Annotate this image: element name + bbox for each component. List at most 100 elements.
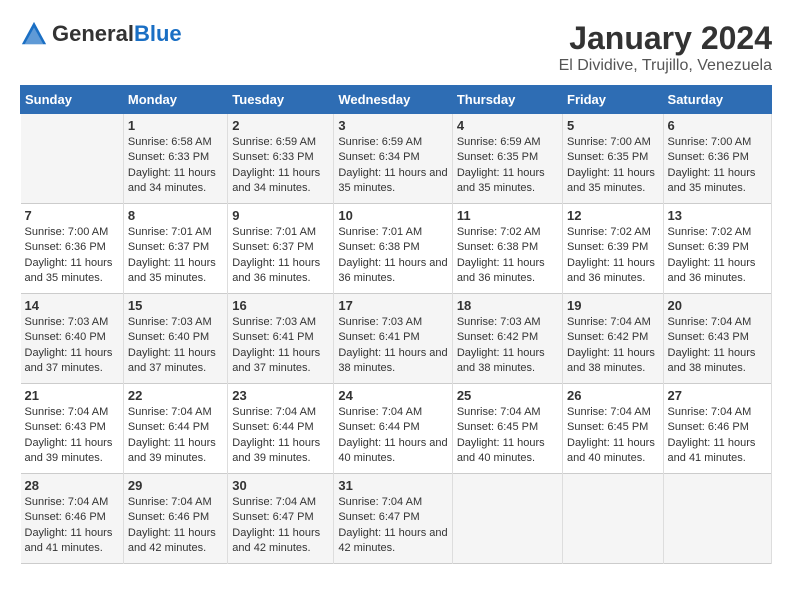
day-info: Sunrise: 7:04 AMSunset: 6:42 PMDaylight:… (567, 315, 659, 377)
day-info: Sunrise: 7:03 AMSunset: 6:41 PMDaylight:… (338, 315, 447, 377)
calendar-week-row: 14 Sunrise: 7:03 AMSunset: 6:40 PMDayligh… (21, 294, 772, 384)
day-number: 3 (338, 118, 447, 133)
day-number: 1 (128, 118, 223, 133)
day-number: 30 (232, 478, 329, 493)
day-info: Sunrise: 7:04 AMSunset: 6:46 PMDaylight:… (668, 405, 767, 467)
day-number: 27 (668, 388, 767, 403)
table-row: 11 Sunrise: 7:02 AMSunset: 6:38 PMDayligh… (452, 204, 562, 294)
day-info: Sunrise: 7:03 AMSunset: 6:40 PMDaylight:… (25, 315, 119, 377)
table-row: 9 Sunrise: 7:01 AMSunset: 6:37 PMDaylight… (228, 204, 334, 294)
table-row: 19 Sunrise: 7:04 AMSunset: 6:42 PMDayligh… (563, 294, 664, 384)
day-number: 13 (668, 208, 767, 223)
table-row (21, 114, 124, 204)
day-info: Sunrise: 7:02 AMSunset: 6:38 PMDaylight:… (457, 225, 558, 287)
day-info: Sunrise: 7:04 AMSunset: 6:45 PMDaylight:… (457, 405, 558, 467)
subtitle: El Dividive, Trujillo, Venezuela (559, 57, 772, 75)
day-info: Sunrise: 7:00 AMSunset: 6:36 PMDaylight:… (668, 135, 767, 197)
day-number: 16 (232, 298, 329, 313)
day-number: 7 (25, 208, 119, 223)
day-number: 11 (457, 208, 558, 223)
day-number: 18 (457, 298, 558, 313)
table-row: 20 Sunrise: 7:04 AMSunset: 6:43 PMDayligh… (663, 294, 771, 384)
header-friday: Friday (563, 86, 664, 114)
day-info: Sunrise: 7:04 AMSunset: 6:44 PMDaylight:… (338, 405, 447, 467)
day-info: Sunrise: 7:03 AMSunset: 6:40 PMDaylight:… (128, 315, 223, 377)
day-number: 10 (338, 208, 447, 223)
day-number: 14 (25, 298, 119, 313)
calendar-week-row: 21Sunrise: 7:04 AMSunset: 6:43 PMDayligh… (21, 384, 772, 474)
table-row: 28Sunrise: 7:04 AMSunset: 6:46 PMDayligh… (21, 474, 124, 564)
day-info: Sunrise: 7:02 AMSunset: 6:39 PMDaylight:… (567, 225, 659, 287)
day-number: 5 (567, 118, 659, 133)
day-number: 2 (232, 118, 329, 133)
day-info: Sunrise: 7:00 AMSunset: 6:35 PMDaylight:… (567, 135, 659, 197)
table-row: 5 Sunrise: 7:00 AMSunset: 6:35 PMDaylight… (563, 114, 664, 204)
table-row: 24 Sunrise: 7:04 AMSunset: 6:44 PMDayligh… (334, 384, 452, 474)
day-number: 9 (232, 208, 329, 223)
day-number: 20 (668, 298, 767, 313)
day-number: 26 (567, 388, 659, 403)
table-row: 10 Sunrise: 7:01 AMSunset: 6:38 PMDayligh… (334, 204, 452, 294)
table-row: 22Sunrise: 7:04 AMSunset: 6:44 PMDayligh… (123, 384, 227, 474)
header: GeneralBlue January 2024 El Dividive, Tr… (20, 20, 772, 75)
day-number: 19 (567, 298, 659, 313)
table-row: 13 Sunrise: 7:02 AMSunset: 6:39 PMDayligh… (663, 204, 771, 294)
table-row: 25 Sunrise: 7:04 AMSunset: 6:45 PMDayligh… (452, 384, 562, 474)
table-row: 29Sunrise: 7:04 AMSunset: 6:46 PMDayligh… (123, 474, 227, 564)
day-number: 31 (338, 478, 447, 493)
logo-general: General (52, 21, 134, 46)
calendar-week-row: 7 Sunrise: 7:00 AMSunset: 6:36 PMDaylight… (21, 204, 772, 294)
table-row: 7 Sunrise: 7:00 AMSunset: 6:36 PMDaylight… (21, 204, 124, 294)
day-number: 12 (567, 208, 659, 223)
day-info: Sunrise: 7:04 AMSunset: 6:43 PMDaylight:… (668, 315, 767, 377)
table-row: 2 Sunrise: 6:59 AMSunset: 6:33 PMDaylight… (228, 114, 334, 204)
table-row: 4 Sunrise: 6:59 AMSunset: 6:35 PMDaylight… (452, 114, 562, 204)
logo-blue: Blue (134, 21, 182, 46)
day-number: 28 (25, 478, 119, 493)
day-number: 23 (232, 388, 329, 403)
table-row: 14 Sunrise: 7:03 AMSunset: 6:40 PMDayligh… (21, 294, 124, 384)
day-info: Sunrise: 7:04 AMSunset: 6:44 PMDaylight:… (232, 405, 329, 467)
day-info: Sunrise: 7:01 AMSunset: 6:38 PMDaylight:… (338, 225, 447, 287)
day-info: Sunrise: 7:03 AMSunset: 6:42 PMDaylight:… (457, 315, 558, 377)
day-info: Sunrise: 7:04 AMSunset: 6:45 PMDaylight:… (567, 405, 659, 467)
day-number: 21 (25, 388, 119, 403)
table-row (663, 474, 771, 564)
table-row: 31 Sunrise: 7:04 AMSunset: 6:47 PMDayligh… (334, 474, 452, 564)
header-wednesday: Wednesday (334, 86, 452, 114)
day-number: 8 (128, 208, 223, 223)
day-number: 17 (338, 298, 447, 313)
table-row: 30 Sunrise: 7:04 AMSunset: 6:47 PMDayligh… (228, 474, 334, 564)
day-info: Sunrise: 6:59 AMSunset: 6:35 PMDaylight:… (457, 135, 558, 197)
logo: GeneralBlue (20, 20, 182, 48)
table-row: 1Sunrise: 6:58 AMSunset: 6:33 PMDaylight… (123, 114, 227, 204)
day-number: 25 (457, 388, 558, 403)
table-row: 8 Sunrise: 7:01 AMSunset: 6:37 PMDaylight… (123, 204, 227, 294)
table-row: 27 Sunrise: 7:04 AMSunset: 6:46 PMDayligh… (663, 384, 771, 474)
day-info: Sunrise: 7:04 AMSunset: 6:47 PMDaylight:… (232, 495, 329, 557)
day-number: 24 (338, 388, 447, 403)
table-row: 6Sunrise: 7:00 AMSunset: 6:36 PMDaylight… (663, 114, 771, 204)
day-info: Sunrise: 7:00 AMSunset: 6:36 PMDaylight:… (25, 225, 119, 287)
day-info: Sunrise: 6:59 AMSunset: 6:34 PMDaylight:… (338, 135, 447, 197)
day-info: Sunrise: 7:01 AMSunset: 6:37 PMDaylight:… (128, 225, 223, 287)
day-info: Sunrise: 7:04 AMSunset: 6:47 PMDaylight:… (338, 495, 447, 557)
table-row: 12 Sunrise: 7:02 AMSunset: 6:39 PMDayligh… (563, 204, 664, 294)
calendar-week-row: 1Sunrise: 6:58 AMSunset: 6:33 PMDaylight… (21, 114, 772, 204)
day-info: Sunrise: 7:02 AMSunset: 6:39 PMDaylight:… (668, 225, 767, 287)
table-row: 15 Sunrise: 7:03 AMSunset: 6:40 PMDayligh… (123, 294, 227, 384)
day-info: Sunrise: 6:59 AMSunset: 6:33 PMDaylight:… (232, 135, 329, 197)
table-row: 26 Sunrise: 7:04 AMSunset: 6:45 PMDayligh… (563, 384, 664, 474)
day-info: Sunrise: 7:01 AMSunset: 6:37 PMDaylight:… (232, 225, 329, 287)
day-number: 15 (128, 298, 223, 313)
table-row: 3 Sunrise: 6:59 AMSunset: 6:34 PMDaylight… (334, 114, 452, 204)
day-number: 4 (457, 118, 558, 133)
day-info: Sunrise: 7:04 AMSunset: 6:46 PMDaylight:… (128, 495, 223, 557)
table-row (563, 474, 664, 564)
logo-icon (20, 20, 48, 48)
header-thursday: Thursday (452, 86, 562, 114)
day-number: 22 (128, 388, 223, 403)
table-row: 23 Sunrise: 7:04 AMSunset: 6:44 PMDayligh… (228, 384, 334, 474)
table-row: 21Sunrise: 7:04 AMSunset: 6:43 PMDayligh… (21, 384, 124, 474)
header-tuesday: Tuesday (228, 86, 334, 114)
